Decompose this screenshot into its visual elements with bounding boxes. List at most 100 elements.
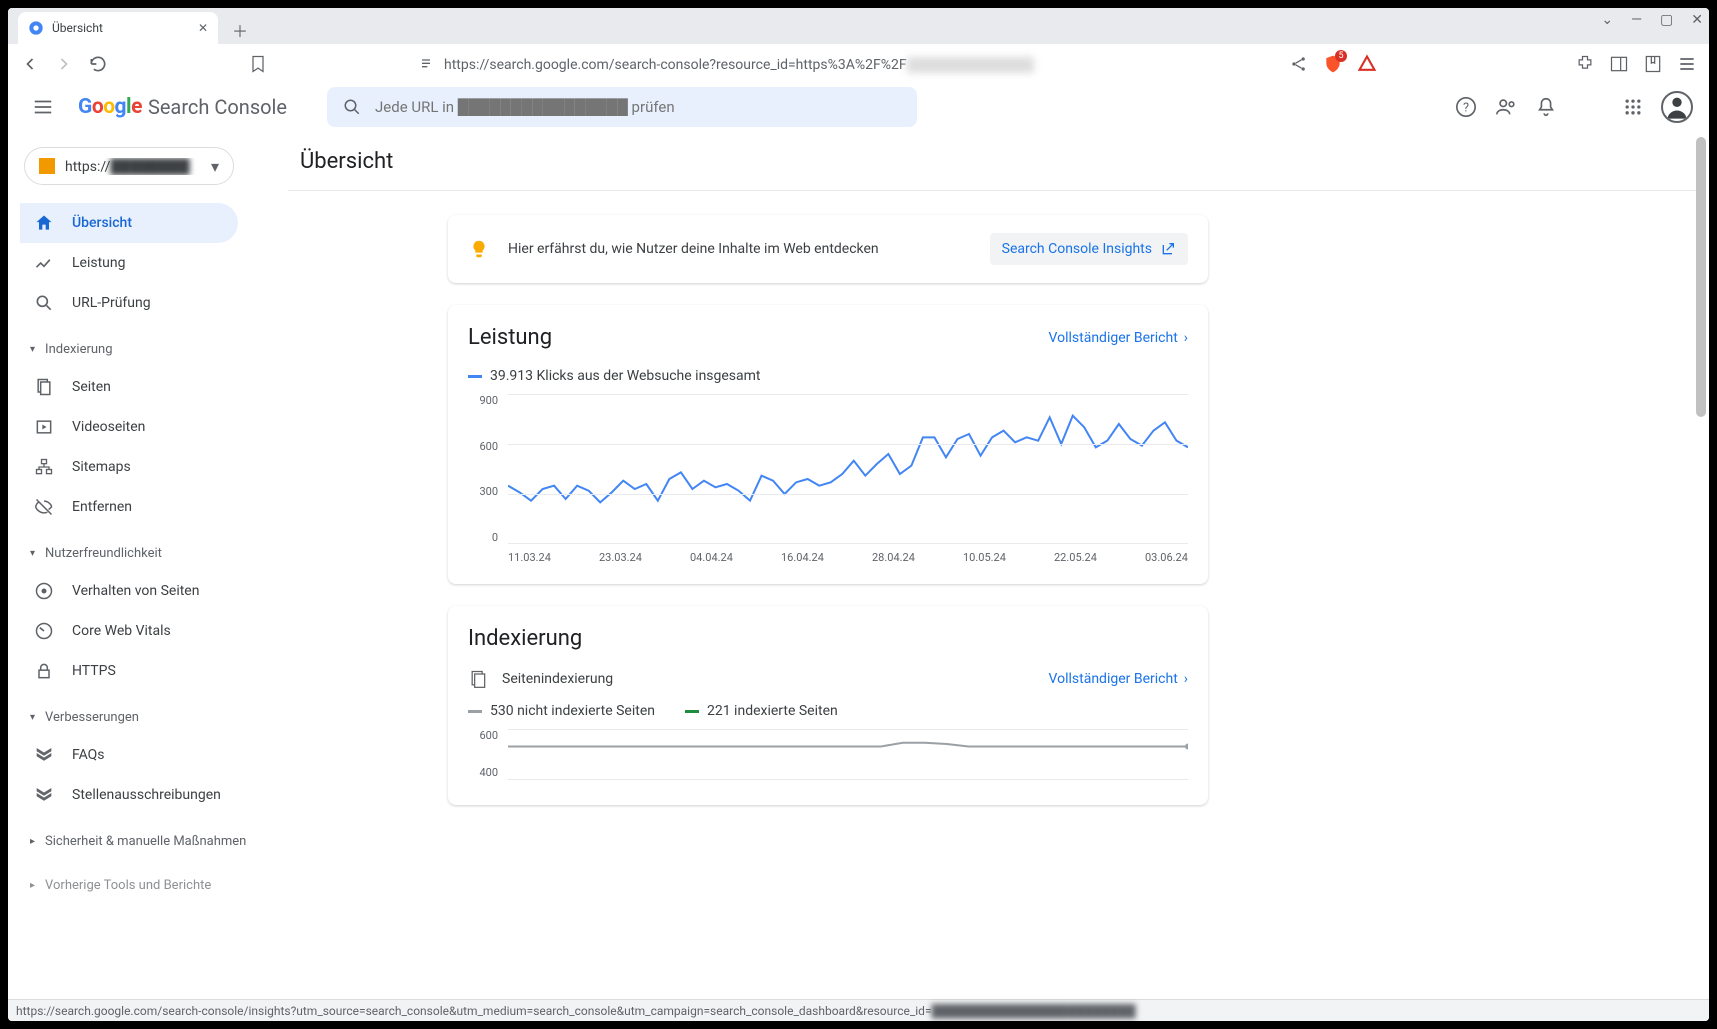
home-icon — [34, 213, 54, 233]
external-link-icon — [1160, 241, 1176, 257]
nav-item-jobs[interactable]: Stellenausschreibungen — [20, 775, 238, 815]
divider — [288, 190, 1697, 191]
notifications-icon[interactable] — [1535, 96, 1557, 118]
nav-item-pages[interactable]: Seiten — [20, 367, 238, 407]
pages-icon — [34, 377, 54, 397]
caret-icon: ▾ — [30, 712, 35, 723]
nav-item-speed[interactable]: Core Web Vitals — [20, 611, 238, 651]
property-color-icon — [39, 158, 55, 174]
new-tab-button[interactable]: ＋ — [226, 16, 254, 44]
nav-item-behavior[interactable]: Verhalten von Seiten — [20, 571, 238, 611]
search-icon — [34, 293, 54, 313]
pages-icon — [468, 669, 488, 689]
browser-chrome: Übersicht ✕ ＋ ⌄ — ▢ ✕ https://search.goo… — [8, 8, 1709, 83]
sitemap-icon — [34, 457, 54, 477]
caret-icon: ▾ — [30, 548, 35, 559]
nav-section-legacy[interactable]: ▸ Vorherige Tools und Berichte — [20, 867, 288, 903]
url-text: https://search.google.com/search-console… — [444, 56, 1034, 73]
behavior-icon — [34, 581, 54, 601]
insights-text: Hier erfährst du, wie Nutzer deine Inhal… — [508, 241, 972, 257]
nav-section-security[interactable]: ▸ Sicherheit & manuelle Maßnahmen — [20, 823, 288, 859]
bookmark-icon[interactable] — [248, 54, 268, 74]
google-logo[interactable]: Google Search Console — [78, 95, 287, 119]
performance-full-report-link[interactable]: Vollständiger Bericht › — [1049, 330, 1188, 346]
url-inspection-input[interactable] — [375, 98, 901, 116]
url-field[interactable]: https://search.google.com/search-console… — [418, 56, 1034, 73]
chevron-right-icon: › — [1184, 330, 1188, 346]
caret-icon: ▾ — [30, 344, 35, 355]
browser-tab[interactable]: Übersicht ✕ — [18, 12, 218, 44]
trend-icon — [34, 253, 54, 273]
property-label: https://████████ — [65, 158, 201, 175]
indexing-full-report-link[interactable]: Vollständiger Bericht › — [1049, 671, 1188, 687]
nav-item-trend[interactable]: Leistung — [20, 243, 238, 283]
performance-chart: 9006003000 11.03.2423.03.2404.04.2416.04… — [468, 394, 1188, 564]
brave-rewards-icon[interactable] — [1357, 54, 1377, 74]
performance-title: Leistung — [468, 325, 552, 350]
nav-item-search[interactable]: URL-Prüfung — [20, 283, 238, 323]
brave-shield-icon[interactable]: 5 — [1323, 54, 1343, 74]
nav-item-faq[interactable]: FAQs — [20, 735, 238, 775]
property-selector[interactable]: https://████████ ▾ — [24, 147, 234, 185]
nav-item-label: URL-Prüfung — [72, 295, 151, 311]
nav-item-lock[interactable]: HTTPS — [20, 651, 238, 691]
nav-item-label: Übersicht — [72, 215, 132, 231]
nav-item-home[interactable]: Übersicht — [20, 203, 238, 243]
faq-icon — [34, 745, 54, 765]
forward-icon[interactable] — [54, 54, 74, 74]
svg-text:?: ? — [1463, 101, 1469, 116]
performance-card: Leistung Vollständiger Bericht › 39.913 … — [448, 305, 1208, 584]
reload-icon[interactable] — [88, 54, 108, 74]
reading-list-icon[interactable] — [1643, 54, 1663, 74]
account-avatar[interactable] — [1661, 91, 1693, 123]
users-icon[interactable] — [1495, 96, 1517, 118]
insights-button[interactable]: Search Console Insights — [990, 233, 1188, 265]
indexing-legend-not-indexed: 530 nicht indexierte Seiten — [468, 703, 655, 719]
nav-item-label: Sitemaps — [72, 459, 131, 475]
minimize-icon[interactable]: — — [1631, 12, 1642, 28]
nav-item-remove[interactable]: Entfernen — [20, 487, 238, 527]
tab-close-icon[interactable]: ✕ — [198, 21, 208, 35]
jobs-icon — [34, 785, 54, 805]
nav-item-sitemap[interactable]: Sitemaps — [20, 447, 238, 487]
apps-grid-icon[interactable] — [1623, 97, 1643, 117]
app-header: Google Search Console ? — [8, 83, 1709, 131]
scrollbar[interactable] — [1695, 131, 1707, 1021]
share-icon[interactable] — [1289, 54, 1309, 74]
back-icon[interactable] — [20, 54, 40, 74]
url-inspection-search[interactable] — [327, 87, 917, 127]
help-icon[interactable]: ? — [1455, 96, 1477, 118]
nav-item-label: FAQs — [72, 747, 105, 763]
chevron-right-icon: › — [1184, 671, 1188, 687]
caret-icon: ▸ — [30, 836, 35, 847]
insights-card: Hier erfährst du, wie Nutzer deine Inhal… — [448, 215, 1208, 283]
scrollbar-thumb[interactable] — [1696, 137, 1706, 417]
site-info-icon[interactable] — [418, 56, 434, 72]
nav-item-video[interactable]: Videoseiten — [20, 407, 238, 447]
menu-icon[interactable] — [1677, 54, 1697, 74]
legend-swatch-icon — [685, 710, 699, 713]
hamburger-icon[interactable] — [24, 88, 62, 126]
address-bar: https://search.google.com/search-console… — [8, 44, 1709, 83]
chevron-down-icon[interactable]: ⌄ — [1601, 12, 1613, 28]
indexing-title: Indexierung — [468, 626, 582, 651]
nav-item-label: Verhalten von Seiten — [72, 583, 199, 599]
main-content: Übersicht Hier erfährst du, wie Nutzer d… — [288, 131, 1709, 1021]
nav-section-enh[interactable]: ▾ Verbesserungen — [20, 699, 288, 735]
nav-item-label: Stellenausschreibungen — [72, 787, 221, 803]
status-bar: https://search.google.com/search-console… — [8, 999, 1709, 1021]
legend-swatch-icon — [468, 375, 482, 378]
lightbulb-icon — [468, 238, 490, 260]
nav-section-indexing[interactable]: ▾ Indexierung — [20, 331, 288, 367]
nav-section-ux[interactable]: ▾ Nutzerfreundlichkeit — [20, 535, 288, 571]
page-title: Übersicht — [288, 141, 1709, 190]
speed-icon — [34, 621, 54, 641]
product-name: Search Console — [148, 95, 287, 119]
maximize-icon[interactable]: ▢ — [1660, 12, 1673, 28]
indexing-card: Indexierung Seitenindexierung Vollständi… — [448, 606, 1208, 805]
tab-title: Übersicht — [52, 21, 103, 35]
close-window-icon[interactable]: ✕ — [1691, 12, 1703, 28]
extensions-icon[interactable] — [1575, 54, 1595, 74]
sidepanel-icon[interactable] — [1609, 54, 1629, 74]
chevron-down-icon: ▾ — [211, 157, 219, 176]
